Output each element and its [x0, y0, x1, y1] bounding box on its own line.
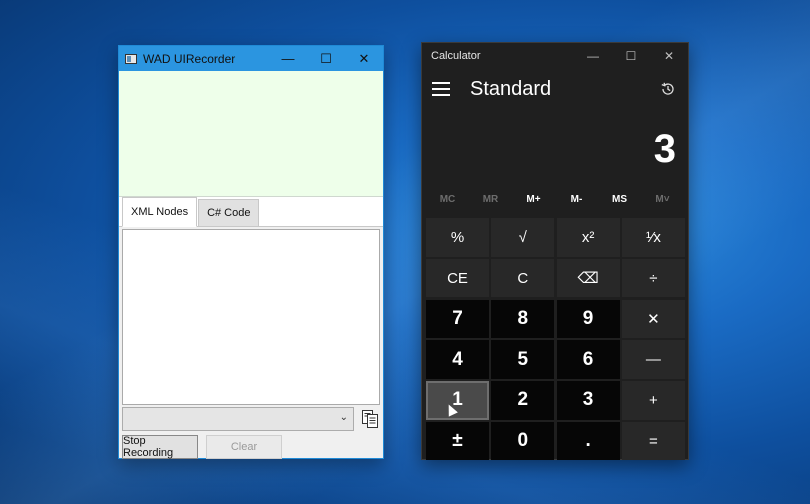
divide-button[interactable]: ÷ [621, 258, 685, 298]
calculator-title: Calculator [431, 50, 481, 62]
calculator-window: Calculator — ☐ ✕ Standard 3 MC MR M+ M- … [421, 42, 689, 461]
memory-store-button[interactable]: MS [598, 194, 641, 205]
equals-button[interactable]: = [621, 421, 685, 461]
digit-5-button[interactable]: 5 [491, 340, 555, 379]
digit-1-button[interactable]: 1 [426, 381, 489, 420]
digit-2-button[interactable]: 2 [491, 381, 555, 420]
chevron-down-icon: ⌄ [339, 412, 348, 423]
digit-7-button[interactable]: 7 [426, 299, 489, 339]
backspace-button[interactable]: ⌫ [556, 258, 620, 298]
maximize-button[interactable]: ☐ [307, 46, 345, 71]
mode-title: Standard [470, 77, 552, 100]
negate-button[interactable]: ± [426, 421, 489, 461]
recorder-dropdown[interactable]: ⌄ [122, 407, 354, 431]
square-root-button[interactable]: √ [491, 218, 555, 257]
xml-nodes-textarea[interactable] [122, 229, 380, 405]
memory-clear-button[interactable]: MC [426, 194, 469, 205]
tab-xml-nodes[interactable]: XML Nodes [122, 197, 198, 227]
clear-button[interactable]: C [491, 258, 555, 298]
close-button[interactable]: ✕ [345, 46, 383, 71]
memory-subtract-button[interactable]: M- [555, 194, 598, 205]
decimal-button[interactable]: . [556, 421, 620, 461]
digit-0-button[interactable]: 0 [491, 421, 555, 461]
copy-icon [362, 410, 378, 428]
subtract-button[interactable]: — [621, 340, 685, 379]
copy-button[interactable] [358, 407, 382, 431]
clear-entry-button[interactable]: CE [426, 258, 489, 298]
digit-4-button[interactable]: 4 [426, 340, 489, 379]
clear-button[interactable]: Clear [206, 435, 282, 459]
calculator-header: Standard [422, 69, 688, 109]
history-icon [661, 82, 674, 95]
calculator-keypad: % √ x² ¹⁄x CE C ⌫ ÷ 7 8 9 ✕ 4 5 6— 1 2 3 + ±0. = [426, 218, 686, 461]
tab-csharp-code[interactable]: C# Code [198, 199, 260, 226]
recorder-tab-strip: XML Nodes C# Code [119, 197, 383, 227]
result-display: 3 [653, 127, 676, 171]
uirecorder-title: WAD UIRecorder [143, 51, 236, 66]
memory-add-button[interactable]: M+ [512, 194, 555, 205]
app-window-icon [125, 53, 137, 64]
square-button[interactable]: x² [556, 218, 620, 257]
uirecorder-titlebar[interactable]: WAD UIRecorder — ☐ ✕ [119, 46, 383, 71]
percent-button[interactable]: % [426, 218, 489, 257]
minimize-button[interactable]: — [269, 46, 307, 71]
reciprocal-button[interactable]: ¹⁄x [621, 218, 685, 257]
calculator-titlebar[interactable]: Calculator — ☐ ✕ [422, 43, 688, 69]
close-button[interactable]: ✕ [650, 44, 688, 69]
add-button[interactable]: + [621, 381, 685, 420]
recorder-preview-panel [119, 71, 383, 197]
hamburger-menu-icon[interactable] [432, 82, 450, 96]
maximize-button[interactable]: ☐ [612, 44, 650, 69]
minimize-button[interactable]: — [574, 44, 612, 69]
uirecorder-window: WAD UIRecorder — ☐ ✕ XML Nodes C# Code ⌄… [118, 45, 384, 459]
multiply-button[interactable]: ✕ [621, 299, 685, 339]
history-button[interactable] [648, 81, 688, 97]
digit-8-button[interactable]: 8 [491, 299, 555, 339]
digit-3-button[interactable]: 3 [556, 381, 620, 420]
digit-6-button[interactable]: 6 [556, 340, 620, 379]
memory-row: MC MR M+ M- MS M˅ [422, 185, 688, 213]
memory-recall-button[interactable]: MR [469, 194, 512, 205]
digit-9-button[interactable]: 9 [556, 299, 620, 339]
stop-recording-button[interactable]: Stop Recording [122, 435, 198, 459]
memory-list-button[interactable]: M˅ [641, 194, 684, 205]
